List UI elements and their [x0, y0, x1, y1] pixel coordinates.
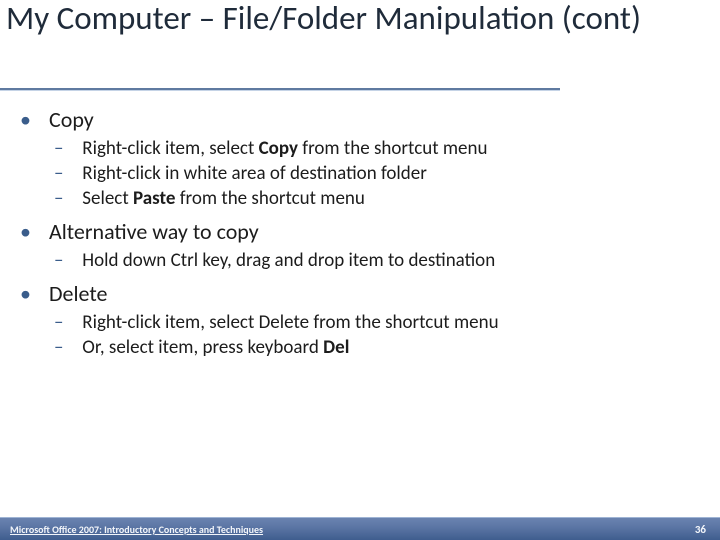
- sub-text: Or, select item, press keyboard: [82, 336, 323, 359]
- bullet-delete: Delete: [20, 280, 700, 307]
- sub-bullet: Right-click item, select Copy from the s…: [54, 137, 700, 160]
- sub-bullet: Right-click item, select Delete from the…: [54, 311, 700, 334]
- sub-text: Right-click in white area of destination…: [82, 162, 427, 185]
- slide: My Computer – File/Folder Manipulation (…: [0, 0, 720, 540]
- sub-bullet: Or, select item, press keyboard Del: [54, 336, 700, 359]
- slide-body: Copy Right-click item, select Copy from …: [20, 98, 700, 361]
- slide-title: My Computer – File/Folder Manipulation (…: [6, 0, 696, 39]
- sub-text: Select: [82, 187, 133, 210]
- bullet-label: Copy: [49, 106, 94, 133]
- sub-bullet: Right-click in white area of destination…: [54, 162, 700, 185]
- sub-bold: Del: [323, 336, 349, 359]
- sub-bold: Paste: [133, 187, 175, 210]
- sub-bullet: Hold down Ctrl key, drag and drop item t…: [54, 249, 700, 272]
- page-number: 36: [695, 523, 706, 536]
- bullet-copy: Copy: [20, 106, 700, 133]
- title-underline: [0, 88, 560, 91]
- bullet-alt-copy: Alternative way to copy: [20, 218, 700, 245]
- sub-text: from the shortcut menu: [175, 187, 364, 210]
- bullet-label: Alternative way to copy: [49, 218, 259, 245]
- sub-text: from the shortcut menu: [298, 137, 487, 160]
- sub-text: Right-click item, select: [82, 137, 258, 160]
- sub-text: Right-click item, select Delete from the…: [82, 311, 498, 334]
- bullet-label: Delete: [49, 280, 107, 307]
- sub-text: Hold down Ctrl key, drag and drop item t…: [82, 249, 495, 272]
- sub-bold: Copy: [259, 137, 298, 160]
- footer-text: Microsoft Office 2007: Introductory Conc…: [10, 523, 263, 536]
- sub-bullet: Select Paste from the shortcut menu: [54, 187, 700, 210]
- slide-footer: Microsoft Office 2007: Introductory Conc…: [0, 517, 720, 540]
